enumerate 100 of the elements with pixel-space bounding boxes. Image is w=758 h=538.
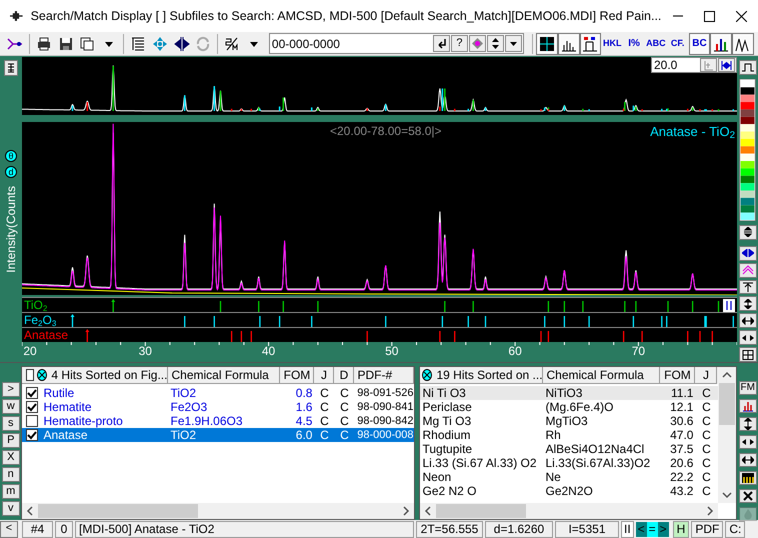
clear-icon[interactable] <box>423 371 432 379</box>
table-row[interactable]: Mg Ti O3 MgTiO3 30.6 C <box>420 414 718 428</box>
chevron-button[interactable] <box>738 262 756 278</box>
up-down-icon <box>742 418 754 430</box>
axis-unit-button[interactable]: θ <box>5 150 17 162</box>
vertical-scrollbar[interactable] <box>718 367 736 503</box>
side-button[interactable]: > <box>2 382 20 397</box>
close-button[interactable] <box>738 489 757 503</box>
split-button[interactable] <box>738 330 756 346</box>
nav-button[interactable]: = <box>646 522 658 536</box>
h-button[interactable]: H <box>672 520 690 538</box>
sticks-icon[interactable] <box>558 32 580 54</box>
enter-icon[interactable] <box>432 35 450 52</box>
column-header-title: 4 Hits Sorted on Fig... <box>51 368 168 382</box>
label-button[interactable]: BC <box>688 32 710 54</box>
split-button[interactable] <box>738 435 757 449</box>
checkbox[interactable] <box>26 429 38 441</box>
label-button[interactable]: I% <box>623 32 645 54</box>
column-header[interactable]: Chemical Formula <box>168 367 280 384</box>
grid-button[interactable] <box>738 347 756 362</box>
checkbox[interactable] <box>26 387 38 399</box>
nav-button[interactable]: < <box>636 522 647 536</box>
side-button[interactable]: v <box>2 501 20 516</box>
table-row[interactable]: Tugtupite AlBeSi4O12Na4Cl 37.5 C <box>420 442 718 456</box>
label-button[interactable]: FM <box>738 381 757 395</box>
table-row[interactable]: Periclase (Mg.6Fe.4)O 12.1 C <box>420 400 718 414</box>
phase-label: TiO$_{2}$ <box>24 298 48 312</box>
side-button[interactable]: P <box>2 433 20 448</box>
table-row[interactable]: Ge2 N2 O Ge2N2O 43.2 C <box>420 484 718 498</box>
table-row[interactable]: Hematite-proto Fe1.9H.06O3 4.5 C C 98-090-842 <box>22 414 414 428</box>
label-button[interactable]: CF. <box>666 32 689 54</box>
pdf-number-cell-text: 98-090-841 <box>356 400 414 414</box>
ruler-button[interactable] <box>738 471 757 485</box>
fom-cell-text: 47.0 <box>669 428 694 442</box>
peaks-icon[interactable] <box>732 32 754 54</box>
table-row[interactable]: Hematite Fe2O3 1.6 C C 98-090-841 <box>22 400 414 414</box>
horizontal-scrollbar[interactable] <box>22 503 414 519</box>
column-header[interactable]: FOM <box>280 367 314 384</box>
peak-icon <box>742 62 754 72</box>
close-icon[interactable] <box>736 10 748 22</box>
pdf-button[interactable]: PDF <box>691 520 724 538</box>
caret-icon[interactable] <box>504 35 522 52</box>
side-button[interactable]: s <box>2 416 20 431</box>
up-down-button[interactable] <box>738 296 756 312</box>
bar-chart-icon[interactable] <box>710 32 732 54</box>
column-header[interactable]: J <box>314 367 334 384</box>
table-cell-text: C <box>319 386 330 400</box>
column-header[interactable]: 4 Hits Sorted on Fig... <box>22 367 168 384</box>
checkbox[interactable] <box>26 401 38 413</box>
phase-name: Ge2 N2 O <box>421 484 478 498</box>
table-row[interactable]: Neon Ne 22.2 C <box>420 470 718 484</box>
menu-button[interactable] <box>4 60 18 76</box>
grid-icon[interactable] <box>536 32 558 54</box>
top-arrow-button[interactable] <box>738 280 756 294</box>
fom-cell-text: 12.1 <box>669 400 694 414</box>
side-button[interactable]: n <box>2 467 20 482</box>
up-down-icon[interactable] <box>486 35 504 52</box>
axis-unit-button[interactable]: d <box>5 166 17 178</box>
left-right-button[interactable] <box>738 313 756 328</box>
pdf-number-field[interactable]: 00-000-0000 ? <box>268 33 524 54</box>
horizontal-scrollbar[interactable] <box>420 503 718 519</box>
checkbox[interactable] <box>26 415 38 427</box>
back-button[interactable]: < <box>0 520 18 538</box>
column-header[interactable]: D <box>334 367 354 384</box>
column-header[interactable]: J <box>695 367 718 384</box>
split-button[interactable] <box>738 246 756 261</box>
axis-tick-label: 50 <box>385 344 398 358</box>
table-row[interactable]: Rhodium Rh 47.0 C <box>420 428 718 442</box>
color-palette-drawing[interactable] <box>739 78 756 221</box>
side-button[interactable]: m <box>2 484 20 499</box>
fom-cell-text: 20.6 <box>669 456 694 470</box>
table-row[interactable]: Ni Ti O3 NiTiO3 11.1 C <box>420 386 718 400</box>
peak-button[interactable] <box>738 60 756 75</box>
left-right-button[interactable] <box>738 453 757 467</box>
side-button[interactable]: X <box>2 450 20 465</box>
nav-button[interactable]: > <box>658 522 669 536</box>
pause-button[interactable]: II <box>621 520 634 538</box>
label-button[interactable]: HKL <box>601 32 624 54</box>
sticks-icon[interactable] <box>580 32 602 54</box>
diamond-icon[interactable] <box>468 35 486 52</box>
column-header[interactable]: PDF-# <box>354 367 414 384</box>
clear-icon[interactable] <box>38 371 46 379</box>
maximize-icon[interactable] <box>704 10 716 22</box>
axis-tick-label: 60 <box>508 344 522 358</box>
side-button[interactable]: w <box>2 399 20 414</box>
table-row[interactable]: Rutile TiO2 0.8 C C 98-091-526 <box>22 386 414 400</box>
table-row[interactable]: Li.33 (Si.67 Al.33) O2 Li.33(Si.67Al.33)O2 20.6 C <box>420 456 718 470</box>
phase-name: Rhodium <box>421 428 472 442</box>
table-row[interactable]: Anatase TiO2 6.0 C C 98-000-008 <box>22 428 414 442</box>
scroll-button[interactable] <box>738 224 756 240</box>
help-button[interactable]: ? <box>450 35 468 52</box>
column-header[interactable]: Chemical Formula <box>543 367 660 384</box>
header-checkbox[interactable] <box>26 369 34 381</box>
up-down-button[interactable] <box>738 417 757 431</box>
pause-icon[interactable] <box>723 299 735 312</box>
column-header[interactable]: FOM <box>660 367 696 384</box>
bar-chart-button[interactable] <box>738 399 757 413</box>
column-header-title: 19 Hits Sorted on ... <box>436 368 543 382</box>
column-header[interactable]: 19 Hits Sorted on ... <box>420 367 544 384</box>
label-button[interactable]: ABC <box>644 32 667 54</box>
